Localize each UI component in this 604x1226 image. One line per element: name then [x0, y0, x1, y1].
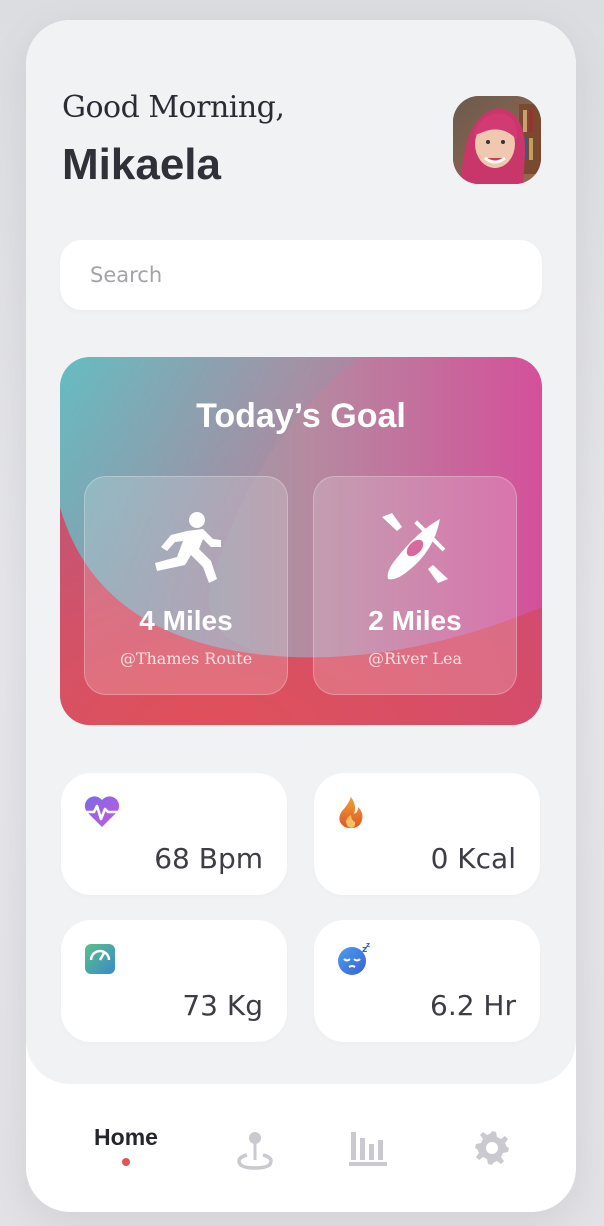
flame-icon: [336, 795, 366, 833]
settings-gear-icon: [474, 1130, 510, 1170]
avatar-photo-icon: [453, 96, 541, 184]
kayak-icon: [378, 511, 452, 589]
greeting-text: Good Morning,: [62, 90, 285, 125]
running-location: @Thames Route: [119, 649, 253, 668]
kayak-location: @River Lea: [367, 649, 463, 668]
goal-title: Today’s Goal: [196, 397, 406, 435]
sleep-value: 6.2 Hr: [430, 989, 516, 1022]
nav-home-label: Home: [94, 1124, 158, 1150]
heart-rate-icon: [83, 795, 121, 833]
todays-goal-card: Today’s Goal 4 Miles @Thames Route 2 Mil…: [60, 357, 542, 725]
calories-card[interactable]: 0 Kcal: [314, 773, 540, 895]
phone-frame: Good Morning, Mikaela Search Today’s Goa…: [26, 20, 576, 1212]
weight-scale-icon: [83, 942, 117, 980]
running-distance: 4 Miles: [139, 605, 233, 636]
svg-text:z: z: [366, 942, 370, 949]
running-goal-card[interactable]: 4 Miles @Thames Route: [84, 476, 288, 695]
heart-rate-card[interactable]: 68 Bpm: [61, 773, 287, 895]
sleep-icon: z z: [336, 941, 372, 980]
active-indicator-dot: [122, 1158, 130, 1166]
nav-item-stats[interactable]: [313, 1114, 423, 1184]
bar-chart-icon: [349, 1130, 387, 1170]
weight-value: 73 Kg: [182, 989, 263, 1022]
main-screen: Good Morning, Mikaela Search Today’s Goa…: [26, 20, 576, 1084]
kayak-distance: 2 Miles: [368, 605, 462, 636]
user-name: Mikaela: [62, 140, 221, 189]
search-input[interactable]: [60, 240, 542, 310]
location-pin-icon: [236, 1130, 274, 1174]
nav-item-home[interactable]: Home: [71, 1114, 181, 1184]
avatar[interactable]: [453, 96, 541, 184]
kayak-goal-card[interactable]: 2 Miles @River Lea: [313, 476, 517, 695]
running-icon: [149, 511, 223, 589]
sleep-card[interactable]: z z 6.2 Hr: [314, 920, 540, 1042]
nav-item-settings[interactable]: [437, 1114, 547, 1184]
nav-item-location[interactable]: [200, 1114, 310, 1184]
weight-card[interactable]: 73 Kg: [61, 920, 287, 1042]
heart-rate-value: 68 Bpm: [154, 842, 263, 875]
bottom-nav: Home: [26, 1084, 576, 1212]
calories-value: 0 Kcal: [430, 842, 516, 875]
